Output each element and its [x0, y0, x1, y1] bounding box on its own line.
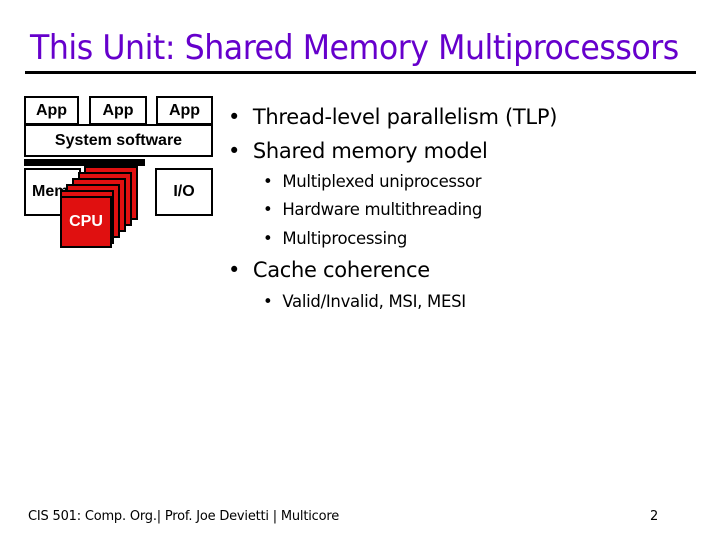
sub-bullet-item: • Multiprocessing	[263, 229, 408, 248]
bullet-dot-icon: •	[228, 105, 241, 129]
system-software-box: System software	[24, 124, 213, 157]
sub-bullet-item: • Hardware multithreading	[263, 200, 483, 219]
system-bus	[24, 159, 145, 166]
bullet-item: • Cache coherence	[228, 258, 430, 282]
bullet-dot-icon: •	[228, 139, 241, 163]
bullet-dot-icon: •	[228, 258, 241, 282]
app-box-1: App	[24, 96, 79, 125]
bullet-item: • Thread-level parallelism (TLP)	[228, 105, 558, 129]
bullet-dot-icon: •	[263, 292, 273, 311]
app-box-2: App	[89, 96, 147, 125]
io-box: I/O	[155, 168, 213, 216]
app-box-3: App	[156, 96, 213, 125]
bullet-dot-icon: •	[263, 172, 273, 191]
cpu-box: CPU	[60, 196, 112, 248]
bullet-dot-icon: •	[263, 200, 273, 219]
bullet-dot-icon: •	[263, 229, 273, 248]
page-number: 2	[650, 509, 659, 524]
bullet-item: • Shared memory model	[228, 139, 488, 163]
footer-text: CIS 501: Comp. Org.| Prof. Joe Devietti …	[28, 509, 340, 524]
sub-bullet-item: • Multiplexed uniprocessor	[263, 172, 482, 191]
sub-bullet-item: • Valid/Invalid, MSI, MESI	[263, 292, 466, 311]
